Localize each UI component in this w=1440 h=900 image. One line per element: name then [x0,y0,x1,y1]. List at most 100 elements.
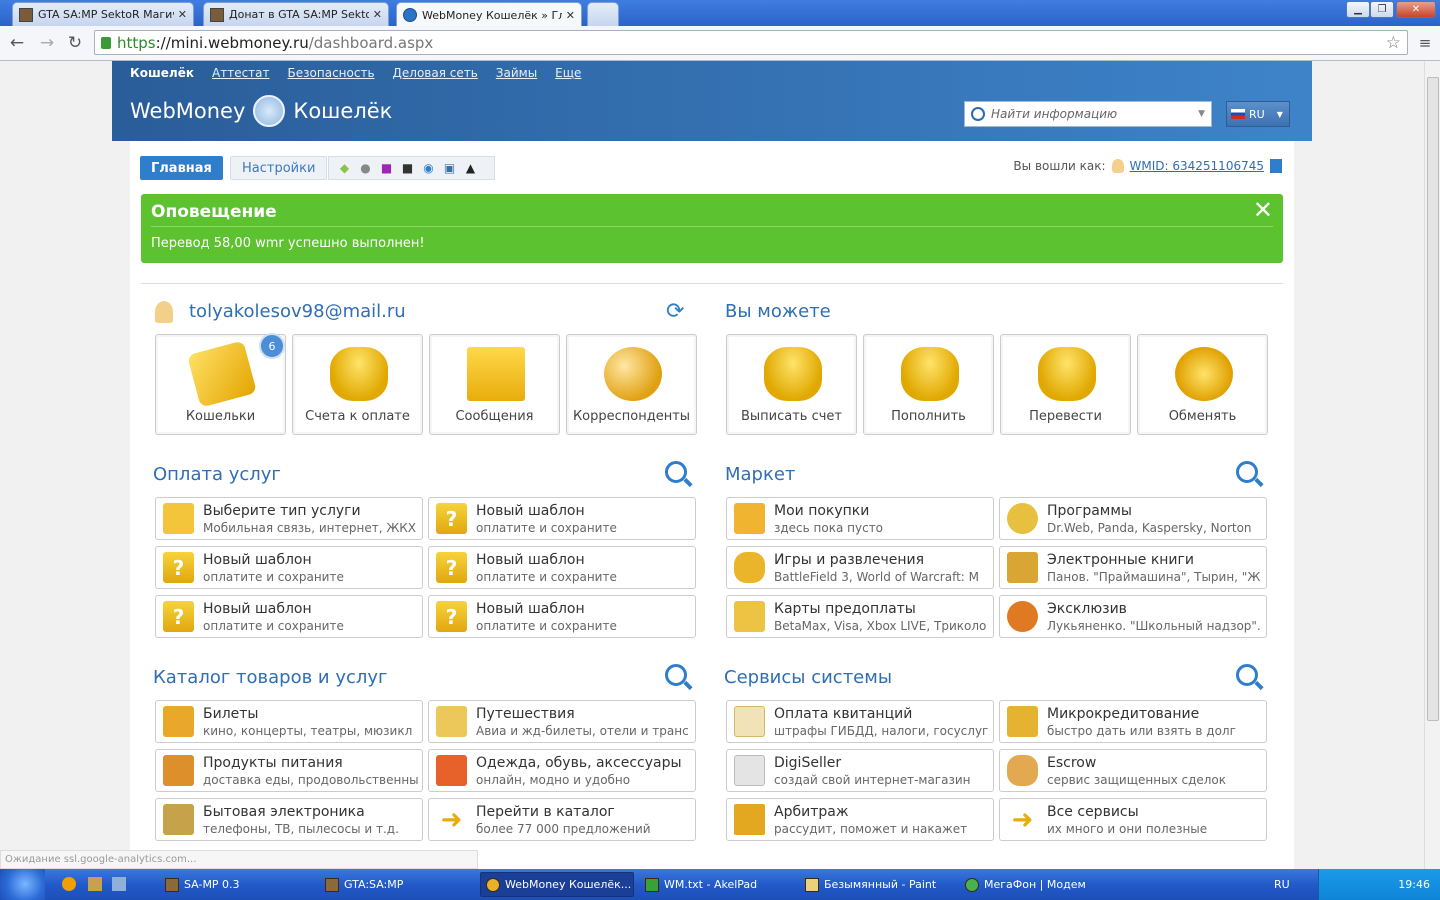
service-item[interactable]: ? Новый шаблон оплатите и сохраните [428,497,696,540]
system-item[interactable]: Оплата квитанций штрафы ГИБДД, налоги, го… [726,700,994,743]
system-item[interactable]: Микрокредитование быстро дать или взять в… [999,700,1267,743]
wmid-link[interactable]: WMID: 634251106745 [1130,159,1264,173]
tile-wallets[interactable]: 6 Кошельки [155,333,286,435]
item-title: DigiSeller [774,755,842,771]
minimize-icon[interactable]: ▁ [1346,1,1370,18]
market-item[interactable]: Мои покупки здесь пока пусто [726,497,994,540]
catalog-item[interactable]: ➜ Перейти в каталог более 77 000 предложен… [428,798,696,841]
mac-icon[interactable]: ▣ [442,161,457,176]
address-bar[interactable]: https ://mini.webmoney.ru /dashboard.asp… [94,30,1408,55]
tile-invoices[interactable]: Счета к оплате [292,334,423,435]
tile-messages[interactable]: Сообщения [429,334,560,435]
service-item[interactable]: Выберите тип услуги Мобильная связь, инте… [155,497,423,540]
taskbar-item[interactable]: Безымянный - Paint [800,872,955,897]
close-tab-icon[interactable]: ✕ [178,8,187,21]
nav-wallet[interactable]: Кошелёк [130,66,194,80]
catalog-item[interactable]: Продукты питания доставка еды, продовольс… [155,749,423,792]
tab-main[interactable]: Главная [140,156,223,180]
market-item[interactable]: Электронные книги Панов. "Праймашина", Ты… [999,546,1267,589]
bookmark-star-icon[interactable]: ☆ [1386,33,1401,53]
taskbar-item[interactable]: GTA:SA:MP [320,872,475,897]
browser-tab-active[interactable]: WebMoney Кошелёк » Глав ✕ [396,2,582,27]
taskbar-item[interactable]: SA-MP 0.3 [160,872,315,897]
windows-icon[interactable]: ■ [379,161,394,176]
linux-icon[interactable]: ▲ [463,161,478,176]
search-icon[interactable] [665,664,687,686]
browser-tab[interactable]: Донат в GTA SA:MP Sektor ✕ [203,2,389,26]
service-item[interactable]: ? Новый шаблон оплатите и сохраните [428,595,696,638]
service-item[interactable]: ? Новый шаблон оплатите и сохраните [155,595,423,638]
browser-tab[interactable]: GTA SA:MP SektoR Магичес ✕ [12,2,194,26]
market-item[interactable]: Программы Dr.Web, Panda, Kaspersky, Norto… [999,497,1267,540]
logout-icon[interactable] [1270,159,1282,173]
reload-icon[interactable]: ↻ [64,33,86,53]
nav-security[interactable]: Безопасность [288,66,375,80]
system-item[interactable]: DigiSeller создай свой интернет-магазин [726,749,994,792]
item-title: Новый шаблон [476,552,585,568]
system-tray: 19:46 [1318,869,1440,900]
apple-icon[interactable]: ● [358,161,373,176]
close-tab-icon[interactable]: ✕ [373,8,382,21]
quicklaunch-icon[interactable] [112,877,126,891]
tile-transfer[interactable]: Перевести [1000,334,1131,435]
close-tab-icon[interactable]: ✕ [566,9,575,22]
scrollbar[interactable] [1424,61,1440,869]
search-icon[interactable] [1236,664,1258,686]
scrollbar-thumb[interactable] [1427,77,1439,721]
quicklaunch-icon[interactable] [88,877,102,891]
system-item[interactable]: ➜ Все сервисы их много и они полезные [999,798,1267,841]
nav-business[interactable]: Деловая сеть [393,66,478,80]
search-input[interactable]: Найти информацию ▼ [964,101,1212,127]
catalog-item[interactable]: Бытовая электроника телефоны, ТВ, пылесос… [155,798,423,841]
start-button[interactable] [0,869,45,900]
logged-in-label: Вы вошли как: [1013,159,1106,173]
tile-write-invoice[interactable]: Выписать счет [726,334,857,435]
back-icon[interactable]: ← [6,33,28,53]
service-item[interactable]: ? Новый шаблон оплатите и сохраните [155,546,423,589]
tile-contacts[interactable]: Корреспонденты [566,334,697,435]
chevron-down-icon[interactable]: ▼ [1198,109,1205,119]
tile-label: Обменять [1168,409,1237,424]
catalog-item[interactable]: Путешествия Авиа и жд-билеты, отели и тра… [428,700,696,743]
nav-loans[interactable]: Займы [496,66,537,80]
market-item[interactable]: Карты предоплаты BetaMax, Visa, Xbox LIVE… [726,595,994,638]
keyboard-language[interactable]: RU [1274,878,1290,891]
taskbar-item[interactable]: WM.txt - AkelPad [640,872,795,897]
catalog-item[interactable]: Билеты кино, концерты, театры, мюзикл [155,700,423,743]
blackberry-icon[interactable]: ■ [400,161,415,176]
search-icon[interactable] [665,461,687,483]
service-item[interactable]: ? Новый шаблон оплатите и сохраните [428,546,696,589]
android-icon[interactable]: ◆ [337,161,352,176]
system-item[interactable]: Арбитраж рассудит, поможет и накажет [726,798,994,841]
coins-arrow-right-icon [1038,347,1096,401]
nav-attestat[interactable]: Аттестат [212,66,270,80]
system-item[interactable]: Escrow сервис защищенных сделок [999,749,1267,792]
menu-icon[interactable]: ≡ [1414,33,1436,53]
refresh-icon[interactable]: ⟳ [666,299,684,324]
taskbar-item-active[interactable]: WebMoney Кошелёк... [480,872,634,897]
item-title: Микрокредитование [1047,706,1200,722]
close-window-icon[interactable]: ✕ [1396,1,1436,18]
tile-label: Пополнить [891,409,966,424]
web-icon[interactable]: ◉ [421,161,436,176]
tab-settings[interactable]: Настройки [230,156,328,180]
market-item[interactable]: Игры и развлечения BattleField 3, World o… [726,546,994,589]
language-select[interactable]: RU ▼ [1226,101,1290,127]
tile-exchange[interactable]: Обменять [1137,334,1268,435]
new-tab-button[interactable] [587,2,619,26]
market-item[interactable]: Эксклюзив Лукьяненко. "Школьный надзор". [999,595,1267,638]
nav-more[interactable]: Еще [555,66,581,80]
taskbar-item[interactable]: МегаФон | Модем [960,872,1115,897]
catalog-item[interactable]: Одежда, обувь, аксессуары онлайн, модно и… [428,749,696,792]
tile-topup[interactable]: Пополнить [863,334,994,435]
clock[interactable]: 19:46 [1398,878,1430,891]
item-sub: создай свой интернет-магазин [774,773,971,787]
forward-icon[interactable]: → [36,33,58,53]
logo[interactable]: WebMoney Кошелёк [130,95,392,127]
service-type-icon [163,503,194,534]
notification-title: Оповещение [151,202,1273,227]
close-icon[interactable]: ✕ [1253,196,1273,224]
maximize-icon[interactable]: ❐ [1370,1,1394,18]
quicklaunch-icon[interactable] [62,877,76,891]
search-icon[interactable] [1236,461,1258,483]
